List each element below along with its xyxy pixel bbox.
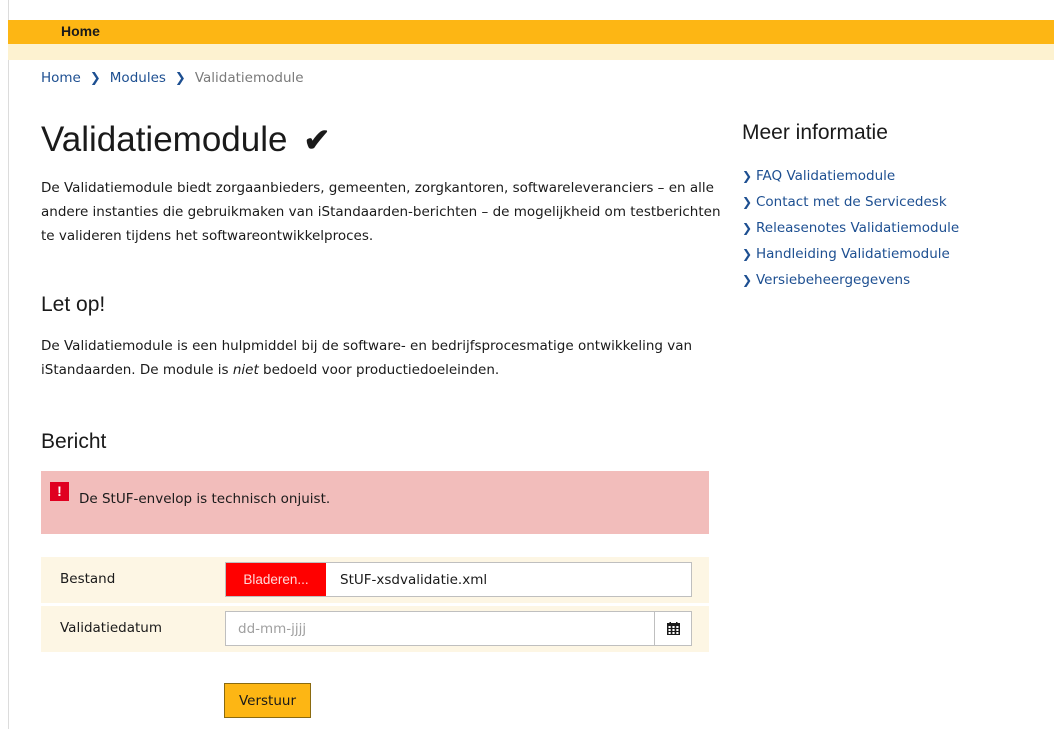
sidebar-link-label: Releasenotes Validatiemodule [756,220,960,236]
page-left-border [8,0,9,729]
chevron-right-icon: ❯ [89,70,101,86]
letop-paragraph: De Validatiemodule is een hulpmiddel bij… [41,334,721,382]
sidebar-link-label: Contact met de Servicedesk [756,194,947,210]
sidebar-links: ❯ FAQ Validatiemodule ❯ Contact met de S… [742,163,959,293]
alert-message: De StUF-envelop is technisch onjuist. [79,491,331,507]
sidebar-link-contact[interactable]: ❯ Contact met de Servicedesk [742,189,959,215]
file-input-group[interactable]: Bladeren... StUF-xsdvalidatie.xml [225,562,692,597]
date-label: Validatiedatum [60,620,162,636]
chevron-right-icon: ❯ [742,169,753,183]
error-alert: ! De StUF-envelop is technisch onjuist. [41,471,709,534]
submit-button[interactable]: Verstuur [224,683,311,718]
chevron-right-icon: ❯ [174,70,186,86]
breadcrumb-home[interactable]: Home [41,70,81,86]
checkmark-icon: ✔ [303,122,331,158]
chevron-right-icon: ❯ [742,195,753,209]
sidebar-link-versiebeheer[interactable]: ❯ Versiebeheergegevens [742,267,959,293]
bericht-heading: Bericht [41,430,107,453]
sidebar-title: Meer informatie [742,121,888,144]
breadcrumb-current: Validatiemodule [194,70,304,86]
sidebar-link-label: Handleiding Validatiemodule [756,246,950,262]
file-row: Bestand Bladeren... StUF-xsdvalidatie.xm… [41,557,709,603]
date-input-group [225,611,692,646]
sidebar-link-label: FAQ Validatiemodule [756,168,896,184]
browse-button[interactable]: Bladeren... [226,563,326,596]
letop-heading: Let op! [41,293,106,316]
page-title: Validatiemodule ✔ [41,120,330,160]
chevron-right-icon: ❯ [742,221,753,235]
top-navigation-bar: Home [8,20,1054,44]
page-title-text: Validatiemodule [41,120,288,159]
selected-file-name: StUF-xsdvalidatie.xml [340,571,488,588]
calendar-icon [666,622,680,635]
sidebar-link-faq[interactable]: ❯ FAQ Validatiemodule [742,163,959,189]
intro-paragraph: De Validatiemodule biedt zorgaanbieders,… [41,180,721,244]
letop-text-after: bedoeld voor productiedoeleinden. [258,362,500,378]
date-row: Validatiedatum [41,606,709,652]
top-navigation-underbar [8,44,1054,60]
sidebar-link-handleiding[interactable]: ❯ Handleiding Validatiemodule [742,241,959,267]
chevron-right-icon: ❯ [742,273,753,287]
letop-text-emphasis: niet [232,362,259,378]
nav-home-link[interactable]: Home [61,23,100,39]
validation-date-input[interactable] [226,612,654,645]
exclamation-icon: ! [50,482,69,501]
sidebar-link-label: Versiebeheergegevens [756,272,911,288]
file-label: Bestand [60,571,116,587]
calendar-button[interactable] [654,612,691,645]
chevron-right-icon: ❯ [742,247,753,261]
sidebar-link-releasenotes[interactable]: ❯ Releasenotes Validatiemodule [742,215,959,241]
breadcrumb: Home ❯ Modules ❯ Validatiemodule [41,70,304,86]
breadcrumb-modules[interactable]: Modules [110,70,166,86]
